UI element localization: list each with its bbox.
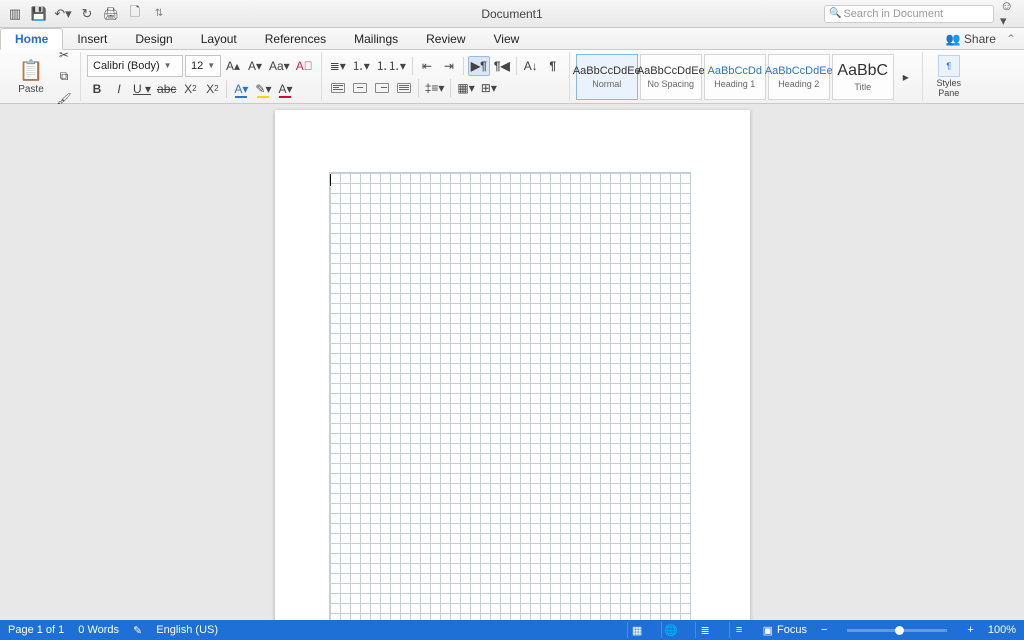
copy-icon[interactable]: ⧉: [54, 67, 74, 87]
borders-icon[interactable]: ⊞▾: [479, 78, 499, 98]
font-name-select[interactable]: Calibri (Body)▼: [87, 55, 183, 77]
highlight-color-icon[interactable]: ✎▾: [253, 79, 273, 99]
page-gridlines: [329, 172, 691, 620]
redo-icon[interactable]: ↻: [78, 5, 96, 23]
style-heading-1[interactable]: AaBbCcDdHeading 1: [704, 54, 766, 100]
title-bar: ▥ 💾 ↶▾ ↻ 🖨 🗋 ⇅ Document1 🔍 Search in Doc…: [0, 0, 1024, 28]
number-list-icon[interactable]: ⒈▾: [350, 56, 372, 76]
ribbon-tabs: Home Insert Design Layout References Mai…: [0, 28, 1024, 50]
zoom-level[interactable]: 100%: [988, 624, 1016, 636]
view-print-icon[interactable]: ▦: [627, 622, 647, 638]
tab-design[interactable]: Design: [121, 28, 186, 49]
strikethrough-button[interactable]: abc: [155, 79, 178, 99]
cut-icon[interactable]: ✂: [54, 45, 74, 65]
style-no-spacing[interactable]: AaBbCcDdEeNo Spacing: [640, 54, 702, 100]
align-left-icon[interactable]: [328, 78, 348, 98]
style-heading-2[interactable]: AaBbCcDdEeHeading 2: [768, 54, 830, 100]
tab-view[interactable]: View: [480, 28, 534, 49]
underline-button[interactable]: U ▾: [131, 79, 153, 99]
zoom-slider[interactable]: [847, 629, 947, 632]
view-outline-icon[interactable]: ≣: [695, 622, 715, 638]
paste-button[interactable]: 📋 Paste: [12, 58, 50, 95]
bold-button[interactable]: B: [87, 79, 107, 99]
page-indicator[interactable]: Page 1 of 1: [8, 624, 64, 636]
document-canvas[interactable]: [0, 104, 1024, 620]
text-effects-icon[interactable]: A▾: [231, 79, 251, 99]
line-spacing-icon[interactable]: ‡≡▾: [423, 78, 447, 98]
styles-pane-icon: ¶: [938, 55, 960, 77]
ribbon-home: 📋 Paste ✂ ⧉ 🖌 Calibri (Body)▼ 12▼ A▴ A▾ …: [0, 50, 1024, 104]
share-button[interactable]: 👥 Share: [946, 32, 996, 46]
superscript-button[interactable]: X2: [202, 79, 222, 99]
ltr-direction-icon[interactable]: ▶¶: [468, 56, 490, 76]
view-draft-icon[interactable]: ≡: [729, 622, 749, 638]
sort-icon[interactable]: A↓: [521, 56, 541, 76]
align-right-icon[interactable]: [372, 78, 392, 98]
account-smiley-icon[interactable]: ☺▾: [1000, 5, 1018, 23]
rtl-direction-icon[interactable]: ¶◀: [492, 56, 512, 76]
text-cursor: [330, 174, 331, 186]
change-case-icon[interactable]: Aa▾: [267, 56, 292, 76]
font-size-select[interactable]: 12▼: [185, 55, 221, 77]
search-input[interactable]: 🔍 Search in Document: [824, 5, 994, 23]
tab-mailings[interactable]: Mailings: [340, 28, 412, 49]
shrink-font-icon[interactable]: A▾: [245, 56, 265, 76]
search-icon: 🔍: [829, 8, 841, 19]
save-icon[interactable]: 💾: [30, 5, 48, 23]
styles-more-icon[interactable]: ▸: [896, 54, 916, 100]
language-indicator[interactable]: English (US): [156, 624, 218, 636]
multilevel-list-icon[interactable]: ⒈⒈▾: [374, 56, 408, 76]
increase-indent-icon[interactable]: ⇥: [439, 56, 459, 76]
italic-button[interactable]: I: [109, 79, 129, 99]
tab-layout[interactable]: Layout: [187, 28, 251, 49]
style-title[interactable]: AaBbCTitle: [832, 54, 894, 100]
spellcheck-icon[interactable]: ✎: [133, 624, 142, 637]
new-doc-icon[interactable]: 🗋: [126, 5, 144, 23]
grow-font-icon[interactable]: A▴: [223, 56, 243, 76]
show-marks-icon[interactable]: ¶: [543, 56, 563, 76]
tab-review[interactable]: Review: [412, 28, 479, 49]
document-page[interactable]: [275, 110, 750, 620]
qat-more-icon[interactable]: ⇅: [150, 5, 168, 23]
style-normal[interactable]: AaBbCcDdEeNormal: [576, 54, 638, 100]
view-web-icon[interactable]: 🌐: [661, 622, 681, 638]
bullet-list-icon[interactable]: ≣▾: [328, 56, 348, 76]
focus-mode-button[interactable]: ▣ Focus: [763, 624, 807, 637]
zoom-in-button[interactable]: +: [967, 624, 973, 636]
align-center-icon[interactable]: [350, 78, 370, 98]
styles-pane-button[interactable]: ¶ Styles Pane: [929, 55, 969, 98]
shading-icon[interactable]: ▦▾: [455, 78, 476, 98]
collapse-ribbon-icon[interactable]: ⌃: [1006, 32, 1016, 46]
tab-references[interactable]: References: [251, 28, 340, 49]
zoom-out-button[interactable]: −: [821, 624, 827, 636]
sidebar-toggle-icon[interactable]: ▥: [6, 5, 24, 23]
status-bar: Page 1 of 1 0 Words ✎ English (US) ▦ 🌐 ≣…: [0, 620, 1024, 640]
justify-icon[interactable]: [394, 78, 414, 98]
print-icon[interactable]: 🖨: [102, 5, 120, 23]
clipboard-icon: 📋: [19, 58, 44, 83]
word-count[interactable]: 0 Words: [78, 624, 119, 636]
subscript-button[interactable]: X2: [180, 79, 200, 99]
quick-access-toolbar: ▥ 💾 ↶▾ ↻ 🖨 🗋 ⇅: [0, 5, 168, 23]
decrease-indent-icon[interactable]: ⇤: [417, 56, 437, 76]
clear-formatting-icon[interactable]: A⃠: [294, 56, 315, 76]
font-color-icon[interactable]: A▾: [275, 79, 295, 99]
search-placeholder: Search in Document: [843, 8, 943, 20]
zoom-thumb[interactable]: [895, 626, 904, 635]
undo-icon[interactable]: ↶▾: [54, 5, 72, 23]
